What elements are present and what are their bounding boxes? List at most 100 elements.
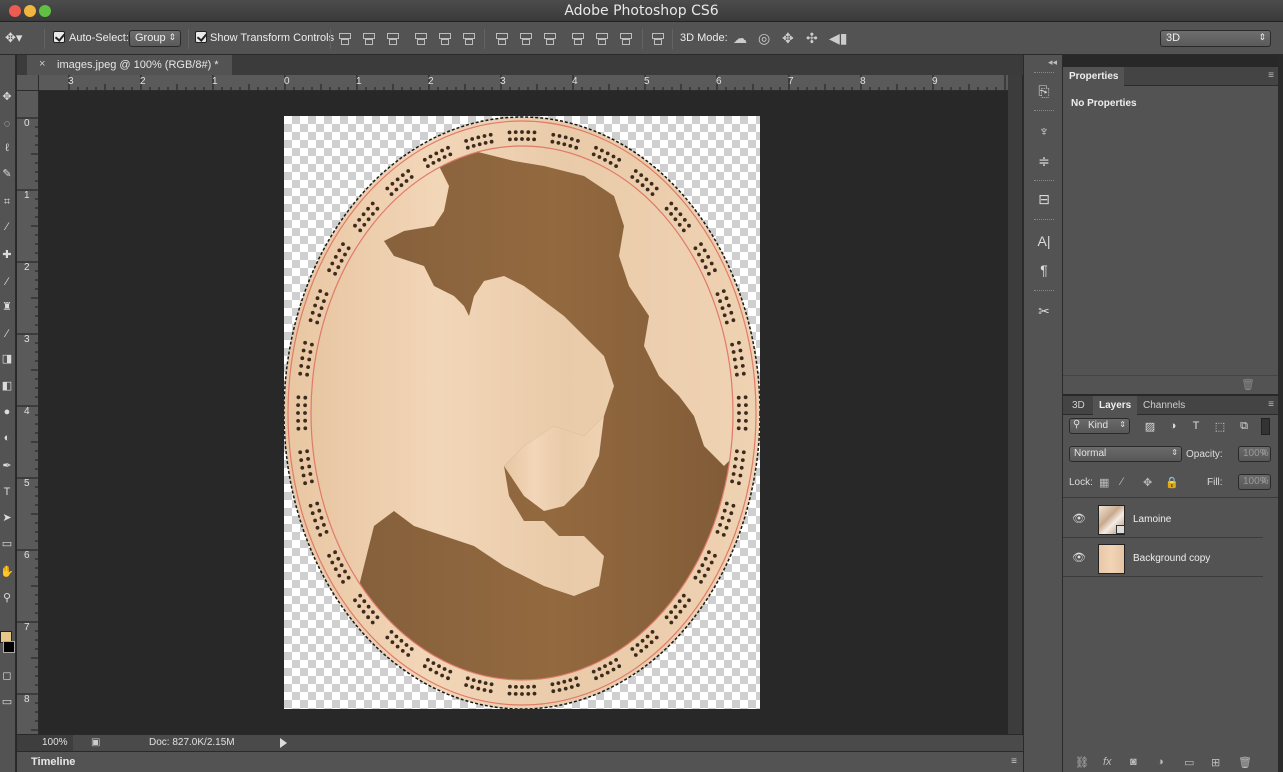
healing-brush-tool-icon[interactable]: ✚ — [0, 248, 14, 262]
align-horizontal-centers-icon[interactable] — [437, 32, 451, 45]
move-tool-icon[interactable]: ✥ — [0, 90, 14, 104]
auto-select-checkbox[interactable] — [53, 31, 65, 43]
lock-position-icon[interactable]: ✥ — [1143, 476, 1152, 489]
proof-setup-icon[interactable]: ▣ — [91, 737, 100, 748]
layer-row-lamoine[interactable]: 👁 Lamoine — [1063, 500, 1263, 538]
blur-tool-icon[interactable]: ● — [0, 405, 14, 419]
eyedropper-tool-icon[interactable]: ⁄ — [0, 220, 14, 234]
show-transform-checkbox[interactable] — [195, 31, 207, 43]
eraser-tool-icon[interactable]: ◨ — [0, 352, 14, 366]
path-selection-tool-icon[interactable]: ➤ — [0, 511, 14, 525]
zoom-level-field[interactable]: 100% — [17, 735, 73, 751]
distribute-horizontal-centers-icon[interactable] — [594, 32, 608, 45]
auto-align-layers-icon[interactable] — [650, 32, 664, 45]
dock-grip[interactable] — [1034, 219, 1054, 222]
3d-scale-icon[interactable]: ◀▮ — [829, 30, 847, 47]
new-adjustment-layer-icon[interactable]: ◑ — [1157, 756, 1164, 768]
layer-name[interactable]: Lamoine — [1133, 514, 1171, 525]
vertical-scrollbar[interactable] — [1008, 75, 1022, 734]
gradient-tool-icon[interactable]: ◧ — [0, 379, 14, 393]
document-size-info[interactable]: Doc: 827.0K/2.15M — [149, 737, 235, 748]
collapse-dock-icon[interactable]: ◂◂ — [1048, 57, 1057, 68]
move-tool-preset-icon[interactable]: ✥▾ — [5, 30, 22, 46]
brush-tool-icon[interactable]: ∕ — [0, 275, 14, 289]
history-panel-icon[interactable]: ⎘ — [1034, 81, 1054, 101]
dock-grip[interactable] — [1034, 180, 1054, 183]
vertical-ruler[interactable]: 0 1 2 3 4 5 6 7 8 — [17, 91, 39, 734]
zoom-tool-icon[interactable]: ⚲ — [0, 591, 14, 605]
lock-image-pixels-icon[interactable]: ∕ — [1121, 476, 1123, 488]
quick-selection-tool-icon[interactable]: ✎ — [0, 167, 14, 181]
brush-presets-panel-icon[interactable]: ≑ — [1034, 151, 1054, 171]
hand-tool-icon[interactable]: ✋ — [0, 565, 14, 579]
background-color-swatch[interactable] — [3, 641, 15, 653]
new-layer-icon[interactable]: ⊞ — [1211, 756, 1220, 769]
3d-slide-icon[interactable]: ✣ — [806, 30, 818, 47]
add-mask-icon[interactable]: ◙ — [1130, 756, 1137, 768]
align-vertical-centers-icon[interactable] — [361, 32, 375, 45]
lasso-tool-icon[interactable]: ℓ — [0, 141, 14, 155]
lock-all-icon[interactable]: 🔒 — [1165, 476, 1179, 489]
pen-tool-icon[interactable]: ✒ — [0, 459, 14, 473]
distribute-bottom-edges-icon[interactable] — [542, 32, 556, 45]
distribute-right-edges-icon[interactable] — [618, 32, 632, 45]
horizontal-ruler[interactable]: 3 2 1 0 1 2 3 4 5 6 7 8 9 — [39, 75, 1008, 91]
layer-name[interactable]: Background copy — [1133, 553, 1210, 564]
lock-transparent-pixels-icon[interactable]: ▦ — [1099, 476, 1109, 489]
clone-source-panel-icon[interactable]: ⊟ — [1034, 189, 1054, 209]
adjustment-layer-filter-icon[interactable]: ◑ — [1166, 420, 1180, 434]
history-brush-tool-icon[interactable]: ∕ — [0, 327, 14, 341]
tab-properties[interactable]: Properties — [1063, 67, 1125, 86]
delete-layer-icon[interactable]: 🗑 — [1238, 756, 1252, 769]
layer-visibility-eye-icon[interactable]: 👁 — [1072, 551, 1086, 564]
opacity-input[interactable]: 100% — [1238, 446, 1271, 462]
distribute-vertical-centers-icon[interactable] — [518, 32, 532, 45]
align-top-edges-icon[interactable] — [337, 32, 351, 45]
status-menu-arrow-icon[interactable] — [280, 738, 287, 748]
clone-stamp-tool-icon[interactable]: ♜ — [0, 300, 14, 314]
paragraph-panel-icon[interactable]: ¶ — [1034, 260, 1054, 280]
distribute-top-edges-icon[interactable] — [494, 32, 508, 45]
panel-menu-icon[interactable]: ≡ — [1268, 70, 1274, 81]
character-panel-icon[interactable]: A| — [1034, 231, 1054, 251]
pixel-layer-filter-icon[interactable]: ▨ — [1143, 420, 1157, 434]
3d-roll-icon[interactable]: ◎ — [758, 30, 770, 47]
dock-grip[interactable] — [1034, 72, 1054, 75]
workspace-dropdown[interactable]: 3D — [1160, 30, 1271, 47]
dodge-tool-icon[interactable]: ◐ — [0, 431, 14, 445]
panel-menu-icon[interactable]: ≡ — [1268, 399, 1274, 410]
rectangle-tool-icon[interactable]: ▭ — [0, 537, 14, 551]
ruler-origin[interactable] — [17, 75, 39, 91]
panel-menu-icon[interactable]: ≡ — [1011, 756, 1017, 767]
new-group-icon[interactable]: ▭ — [1184, 756, 1194, 769]
auto-select-mode-dropdown[interactable]: Group — [129, 30, 181, 47]
align-right-edges-icon[interactable] — [461, 32, 475, 45]
timeline-tab[interactable]: Timeline — [31, 756, 75, 768]
link-layers-icon[interactable]: ⛓ — [1075, 756, 1089, 769]
layer-row-background-copy[interactable]: 👁 Background copy — [1063, 539, 1263, 577]
canvas-area[interactable] — [39, 91, 1008, 734]
align-left-edges-icon[interactable] — [413, 32, 427, 45]
crop-tool-icon[interactable]: ⌗ — [0, 195, 14, 209]
type-tool-icon[interactable]: T — [0, 485, 14, 499]
dock-grip[interactable] — [1034, 290, 1054, 293]
dock-grip[interactable] — [1034, 110, 1054, 113]
quick-mask-icon[interactable]: ◻ — [0, 669, 14, 683]
brush-panel-icon[interactable]: ♆ — [1034, 121, 1054, 141]
blend-mode-dropdown[interactable]: Normal — [1069, 446, 1182, 462]
tab-layers[interactable]: Layers — [1093, 396, 1138, 415]
screen-mode-icon[interactable]: ▭ — [0, 695, 14, 709]
marquee-tool-icon[interactable]: ◌ — [0, 117, 14, 131]
document-tab[interactable]: × images.jpeg @ 100% (RGB/8#) * — [27, 55, 232, 75]
shape-layer-filter-icon[interactable]: ⬚ — [1213, 420, 1227, 434]
fill-input[interactable]: 100% — [1238, 474, 1271, 490]
tool-presets-panel-icon[interactable]: ✂ — [1034, 301, 1054, 321]
smart-object-filter-icon[interactable]: ⧉ — [1237, 420, 1251, 434]
close-document-icon[interactable]: × — [39, 58, 45, 70]
3d-orbit-icon[interactable]: ☁ — [733, 30, 747, 47]
layer-style-fx-icon[interactable]: fx — [1103, 756, 1112, 768]
filter-toggle[interactable] — [1261, 418, 1270, 435]
3d-pan-icon[interactable]: ✥ — [782, 30, 794, 47]
distribute-left-edges-icon[interactable] — [570, 32, 584, 45]
tab-channels[interactable]: Channels — [1143, 400, 1185, 411]
